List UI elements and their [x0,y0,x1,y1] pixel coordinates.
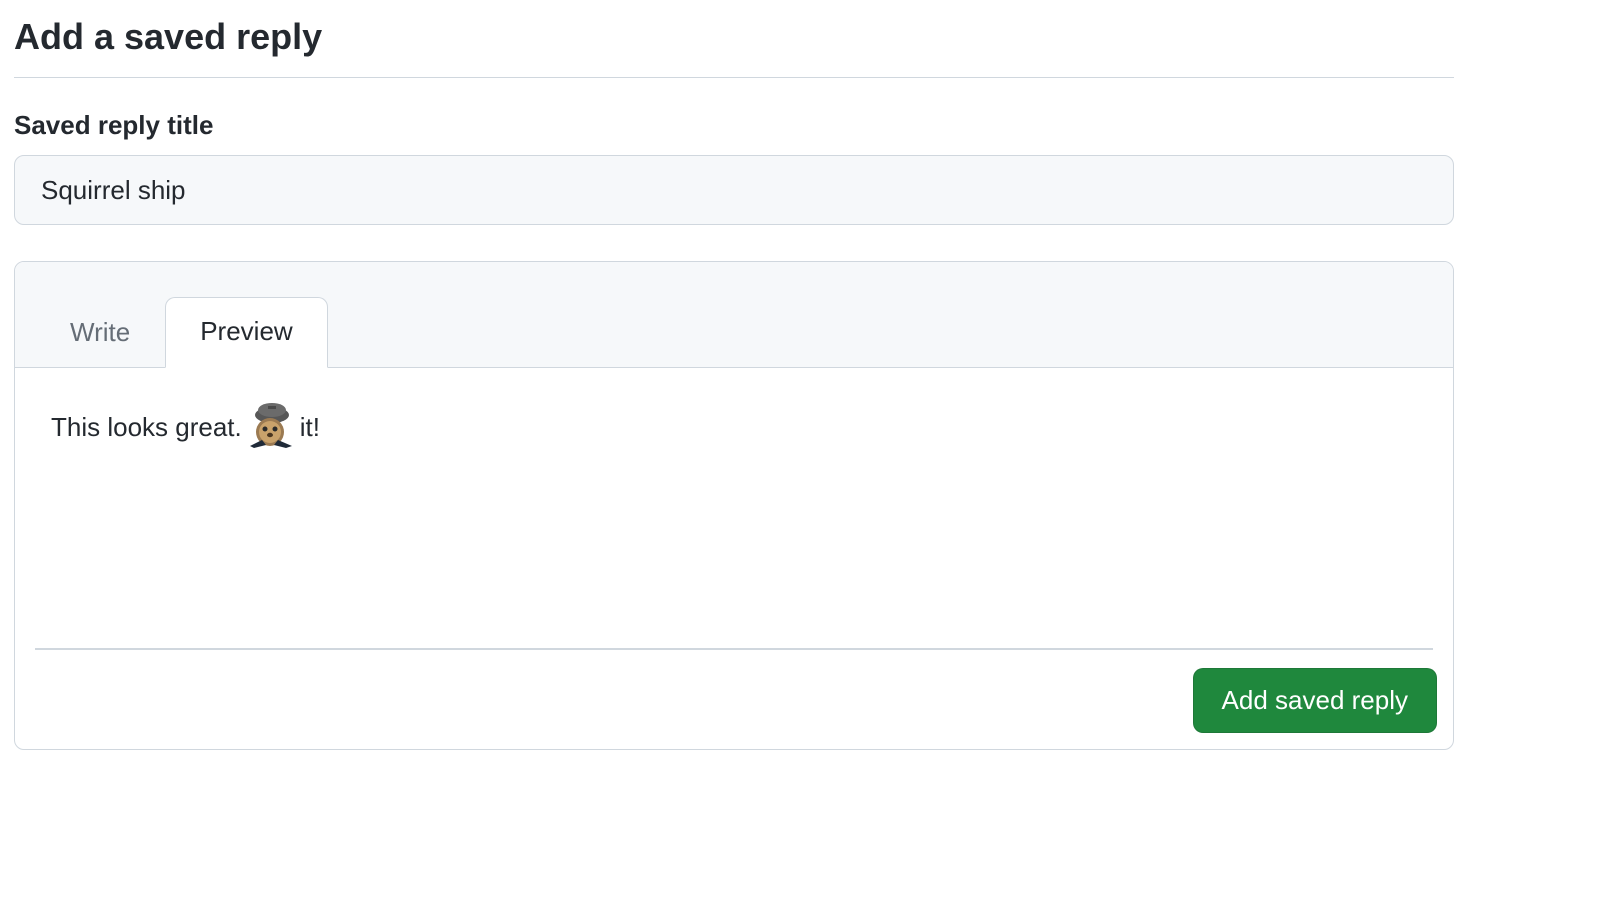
preview-text-after: it! [300,412,320,443]
shipit-squirrel-icon [248,400,294,455]
tab-bar: Write Preview [15,262,1453,368]
title-divider [14,77,1454,78]
preview-text: This looks great. it! [51,400,1417,455]
preview-text-before: This looks great. [51,412,242,443]
preview-area: This looks great. it! [15,368,1453,648]
editor-box: Write Preview This looks great. [14,261,1454,750]
page-title: Add a saved reply [14,14,1454,59]
title-input[interactable] [14,155,1454,225]
editor-footer-separator [35,648,1433,650]
button-row: Add saved reply [15,668,1453,749]
tab-preview[interactable]: Preview [165,297,327,368]
tab-write[interactable]: Write [35,298,165,368]
add-saved-reply-button[interactable]: Add saved reply [1193,668,1437,733]
title-label: Saved reply title [14,110,1454,141]
saved-reply-form: Add a saved reply Saved reply title Writ… [14,14,1454,750]
